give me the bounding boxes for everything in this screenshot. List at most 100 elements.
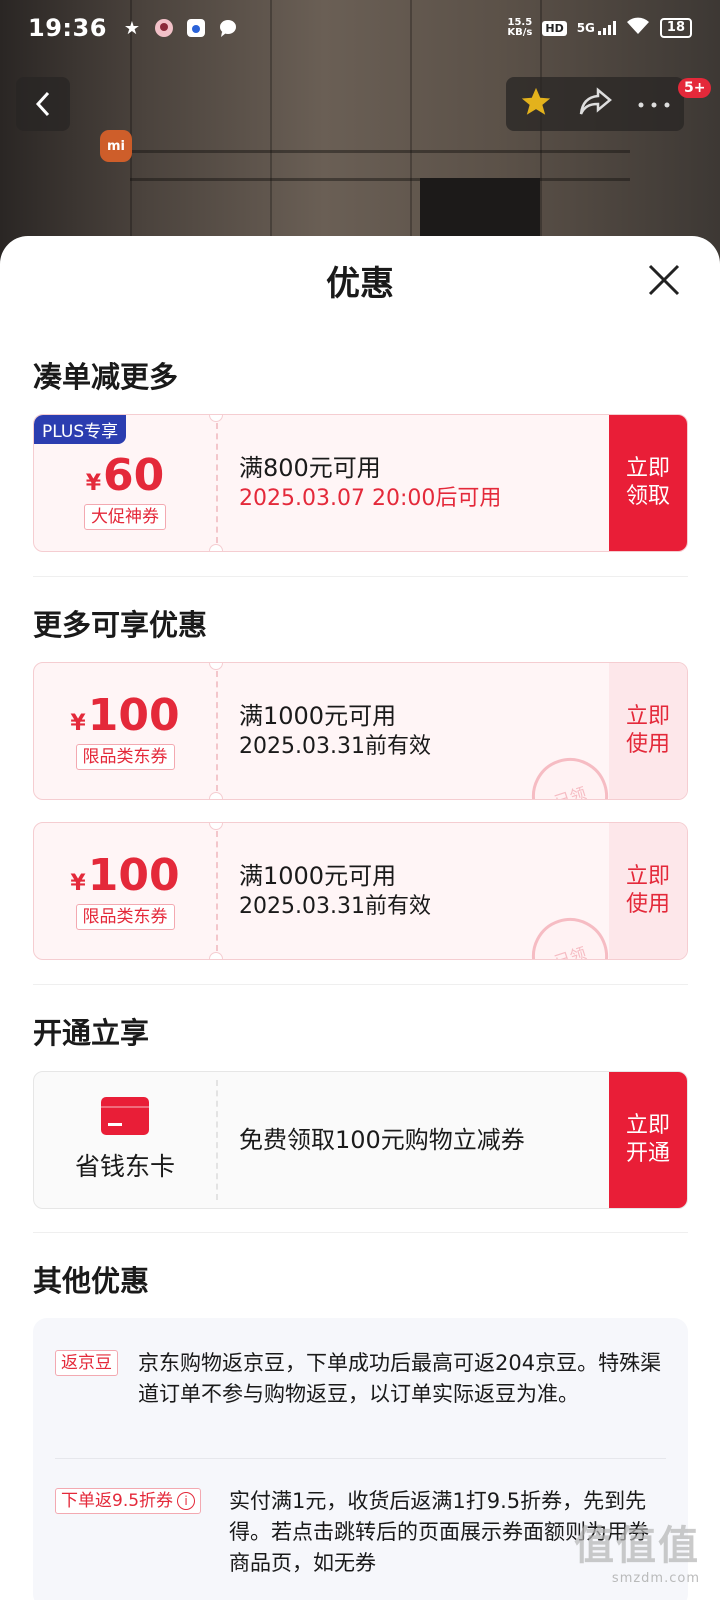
info-icon[interactable]: i: [177, 1492, 196, 1510]
share-icon: [579, 87, 612, 115]
coupon-notch: [209, 823, 223, 830]
claim-coupon-button[interactable]: 立即领取: [609, 415, 687, 551]
network-speed-unit: KB/s: [507, 27, 533, 38]
baidu-notification-icon: [185, 17, 207, 39]
coupon-details: 满1000元可用 2025.03.31前有效: [239, 823, 431, 959]
photo-shelf: [130, 150, 630, 153]
use-coupon-label: 立即使用: [625, 704, 670, 757]
battery-icon: 18: [659, 18, 692, 38]
brand-logo: mi: [100, 130, 132, 162]
open-card-label: 立即开通: [625, 1113, 670, 1166]
message-count-badge: 5+: [678, 78, 712, 98]
watermark-main: 值值值: [574, 1523, 700, 1569]
coupon-amount: ¥ 100: [70, 692, 179, 740]
section-divider: [33, 576, 688, 577]
site-watermark: 值值值 smzdm.com: [574, 1513, 700, 1586]
savings-card-details: 免费领取100元购物立减券: [239, 1072, 525, 1208]
other-offer-item: 返京豆 京东购物返京豆，下单成功后最高可返204京豆。特殊渠道订单不参与购物返豆…: [55, 1348, 666, 1410]
coupon-divider: [216, 671, 218, 791]
sheet-title: 优惠: [326, 264, 394, 304]
offer-tag: 返京豆: [55, 1350, 118, 1376]
photo-shelf: [130, 178, 630, 181]
currency-symbol: ¥: [70, 711, 86, 736]
coupon-type-tag: 限品类东券: [75, 744, 175, 770]
signal-icon: 5G: [577, 21, 616, 35]
section-divider: [33, 984, 688, 985]
savings-card-name: 省钱东卡: [74, 1152, 175, 1181]
app-notification-icon: [153, 17, 175, 39]
coupon-notch: [209, 792, 223, 799]
message-notification-icon: [217, 17, 239, 39]
offer-tag-label: 下单返9.5折券: [61, 1491, 174, 1511]
chevron-left-icon: [35, 91, 50, 117]
status-right-icons: 15.5 KB/s HD 5G 18: [507, 17, 692, 39]
more-button[interactable]: [637, 95, 671, 114]
status-bar: 19:36 ★ 15.5 KB/s HD 5G 18: [0, 0, 720, 56]
section-title-other: 其他优惠: [33, 1264, 150, 1298]
coupon-start-time: 2025.03.07 20:00后可用: [239, 486, 502, 511]
hd-icon: HD: [542, 20, 567, 36]
network-speed: 15.5 KB/s: [507, 18, 532, 38]
top-actions: [506, 77, 684, 131]
network-type: 5G: [576, 21, 595, 35]
currency-symbol: ¥: [85, 471, 102, 496]
section-divider: [33, 1232, 688, 1233]
coupon-type-tag: 限品类东券: [75, 904, 175, 930]
section-title-bundle: 凑单减更多: [33, 360, 179, 394]
savings-card-brand: 省钱东卡: [34, 1072, 216, 1208]
status-time: 19:36: [28, 14, 107, 42]
coupon-value: ¥ 100 限品类东券: [34, 823, 216, 959]
coupon-notch: [209, 663, 223, 670]
section-title-more: 更多可享优惠: [33, 608, 208, 642]
amount-number: 100: [87, 850, 180, 901]
coupon-notch: [209, 415, 223, 422]
coupon-card: ¥ 100 限品类东券 满1000元可用 2025.03.31前有效 已领 立即…: [33, 662, 688, 800]
close-icon: [648, 264, 680, 296]
star-notification-icon: ★: [123, 17, 140, 39]
coupon-divider: [216, 423, 218, 543]
favorite-button[interactable]: [519, 85, 553, 123]
claimed-stamp: 已领: [522, 748, 618, 799]
coupon-divider: [216, 831, 218, 951]
coupon-condition: 满1000元可用: [239, 862, 397, 890]
close-button[interactable]: [642, 258, 686, 302]
use-coupon-button[interactable]: 立即使用: [609, 663, 687, 799]
coupon-value: ¥ 100 限品类东券: [34, 663, 216, 799]
status-notification-icons: ★: [121, 17, 239, 39]
coupon-condition: 满800元可用: [239, 454, 381, 482]
amount-number: 100: [87, 690, 180, 741]
coupon-type-tag: 大促神券: [84, 504, 166, 530]
currency-symbol: ¥: [70, 871, 86, 896]
claimed-stamp: 已领: [522, 908, 618, 959]
coupon-details: 满800元可用 2025.03.07 20:00后可用: [239, 415, 501, 551]
savings-card-offer: 省钱东卡 免费领取100元购物立减券 立即开通: [33, 1071, 688, 1209]
card-icon: [101, 1097, 149, 1135]
offer-tag-label: 返京豆: [61, 1353, 112, 1373]
coupon-card: ¥ 100 限品类东券 满1000元可用 2025.03.31前有效 已领 立即…: [33, 822, 688, 960]
offer-divider: [55, 1458, 666, 1459]
back-button[interactable]: [16, 77, 70, 131]
coupon-amount: ¥ 100: [70, 852, 179, 900]
amount-number: 60: [103, 450, 165, 501]
plus-coupon-card: PLUS专享 ¥ 60 大促神券 满800元可用 2025.03.07 20:0…: [33, 414, 688, 552]
offer-text: 京东购物返京豆，下单成功后最高可返204京豆。特殊渠道订单不参与购物返豆，以订单…: [138, 1351, 662, 1406]
share-button[interactable]: [578, 87, 612, 121]
star-icon: [521, 87, 550, 115]
use-coupon-button[interactable]: 立即使用: [609, 823, 687, 959]
more-dots-icon: [638, 102, 670, 107]
watermark-sub: smzdm.com: [611, 1571, 700, 1586]
coupon-value: ¥ 60 大促神券: [34, 415, 216, 551]
use-coupon-label: 立即使用: [625, 864, 670, 917]
open-card-button[interactable]: 立即开通: [609, 1072, 687, 1208]
coupon-notch: [209, 544, 223, 551]
coupon-details: 满1000元可用 2025.03.31前有效: [239, 663, 431, 799]
coupon-validity: 2025.03.31前有效: [239, 894, 431, 919]
coupon-amount: ¥ 60: [86, 452, 165, 500]
coupon-condition: 满1000元可用: [239, 702, 397, 730]
claim-coupon-label: 立即领取: [625, 456, 670, 509]
section-title-open: 开通立享: [33, 1016, 150, 1050]
wifi-icon: [626, 17, 650, 39]
coupon-divider: [216, 1080, 218, 1200]
promotion-sheet: 优惠 凑单减更多 PLUS专享 ¥ 60 大促神券 满800元可用 2025.0…: [0, 236, 720, 1600]
coupon-notch: [209, 952, 223, 959]
